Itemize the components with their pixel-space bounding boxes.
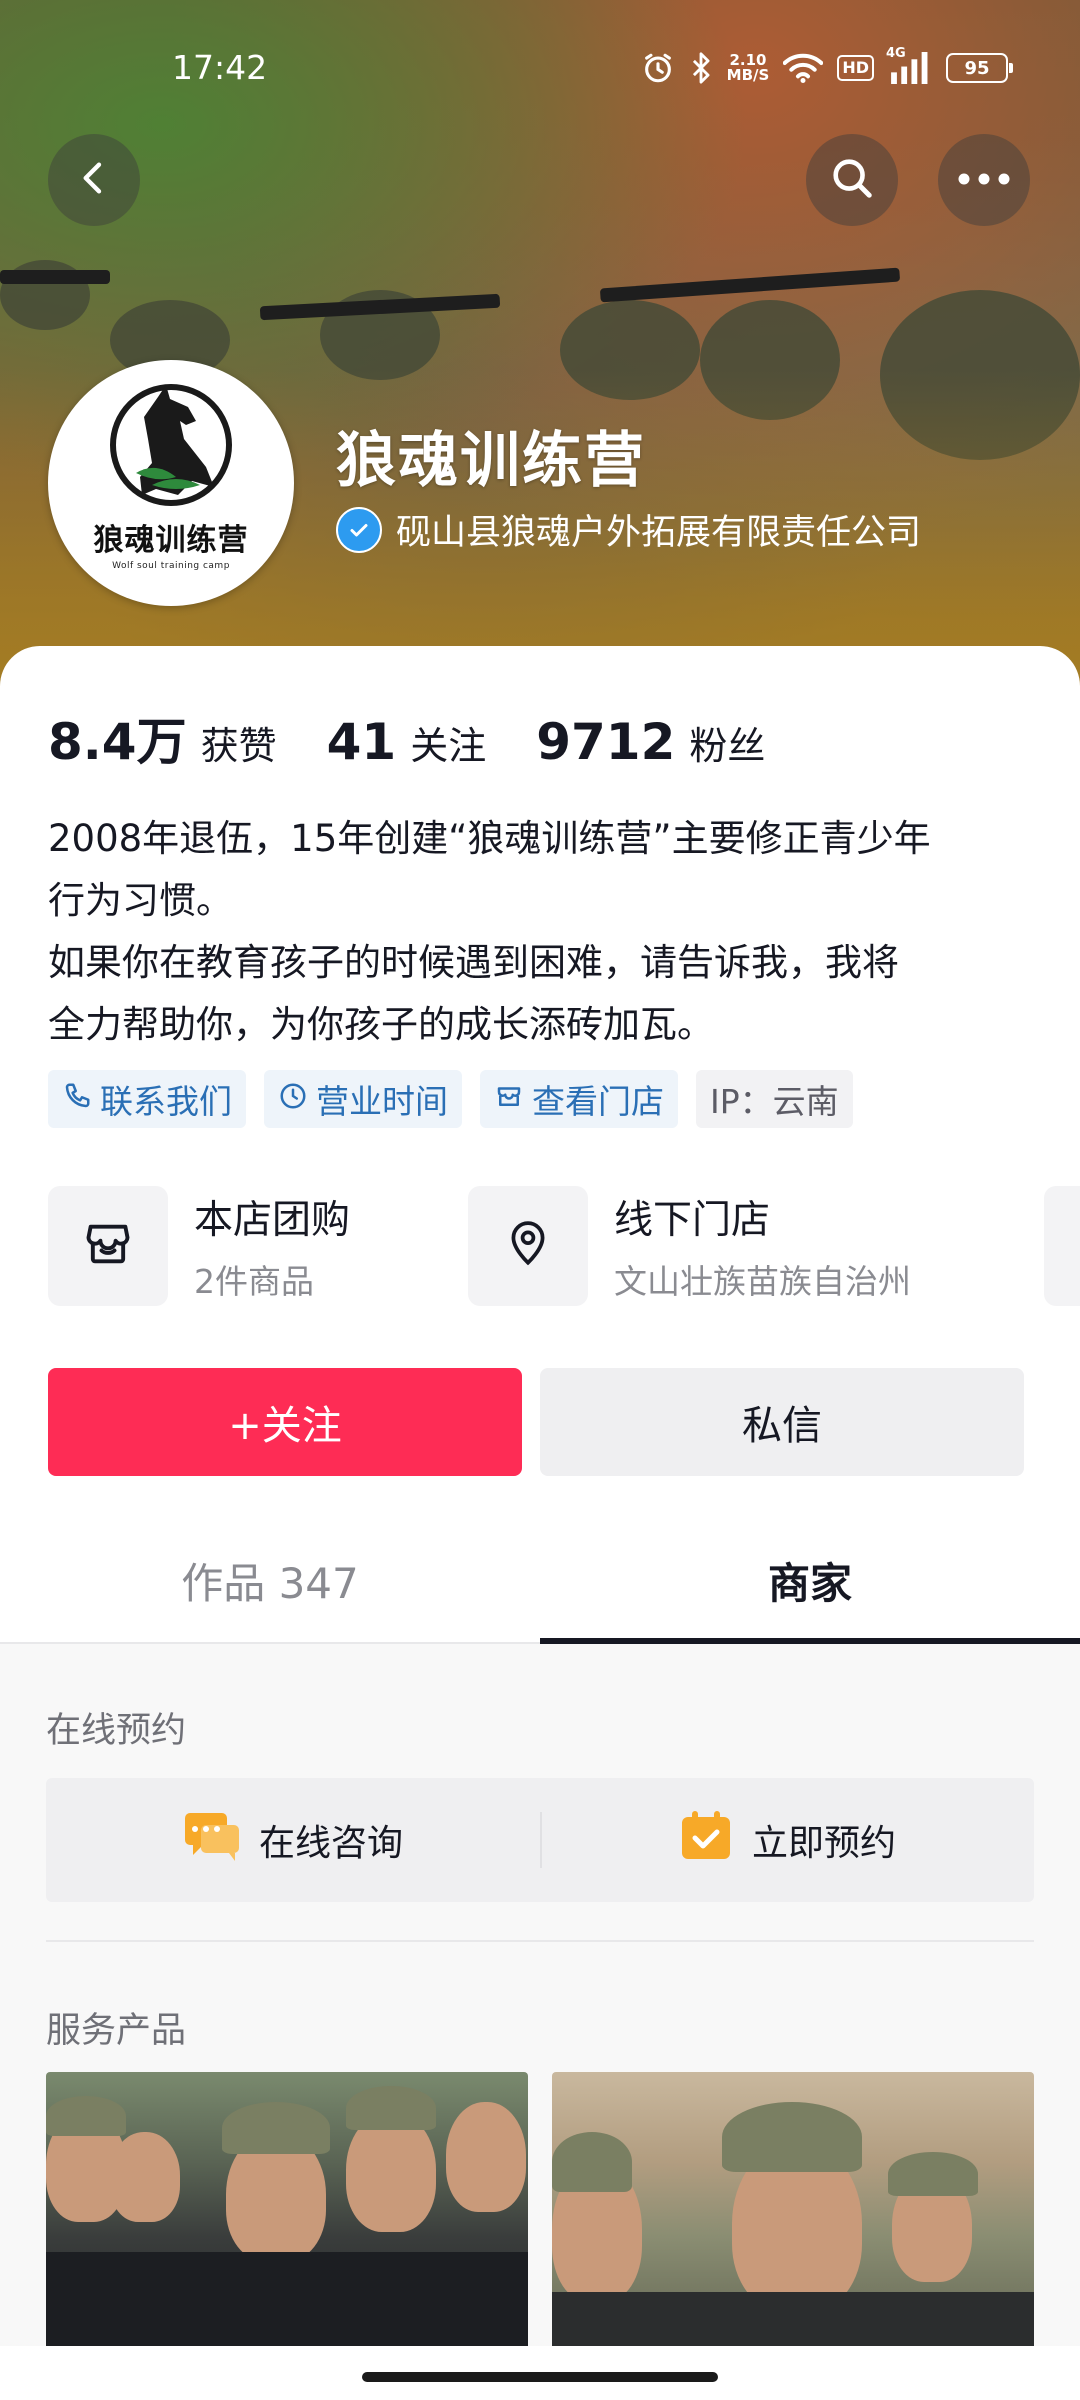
store-icon-box — [468, 1186, 588, 1306]
section-divider — [46, 1940, 1034, 1942]
verified-check-icon — [336, 506, 382, 553]
tab-merchant[interactable]: 商家 — [540, 1518, 1080, 1642]
chip-business-hours[interactable]: 营业时间 — [264, 1070, 462, 1128]
chip-label: 联系我们 — [100, 1082, 232, 1121]
chevron-left-icon — [74, 158, 114, 202]
location-pin-icon — [503, 1219, 553, 1273]
store-title: 线下门店 — [614, 1198, 771, 1243]
next-entry-peek[interactable] — [1044, 1186, 1080, 1306]
service-product-card[interactable] — [552, 2072, 1034, 2372]
net-speed: 2.10 MB/S — [727, 53, 770, 83]
follow-button[interactable]: +关注 — [48, 1368, 522, 1476]
banner-rifle — [599, 267, 901, 303]
stat-value: 8.4万 — [48, 713, 187, 771]
stat-label: 关注 — [410, 724, 487, 768]
status-time: 17:42 — [172, 48, 268, 87]
store-subtitle: 文山壮族苗族自治州 — [614, 1262, 911, 1301]
home-indicator[interactable] — [362, 2372, 718, 2382]
shop-bag-icon — [82, 1218, 134, 1274]
avatar-brand-subtext: Wolf soul training camp — [112, 561, 230, 571]
service-product-card[interactable] — [46, 2072, 528, 2372]
booking-card: 在线咨询 立即预约 — [46, 1778, 1034, 1902]
stat-likes[interactable]: 8.4万 获赞 — [48, 702, 277, 774]
avatar[interactable]: 狼魂训练营 Wolf soul training camp — [48, 360, 294, 606]
profile-bio: 2008年退伍，15年创建“狼魂训练营”主要修正青少年 行为习惯。 如果你在教育… — [48, 808, 1038, 1056]
product-image — [552, 2072, 1034, 2372]
offline-store-entry[interactable]: 线下门店 文山壮族苗族自治州 — [468, 1186, 911, 1306]
profile-stats: 8.4万 获赞 41 关注 9712 粉丝 — [48, 702, 815, 774]
calendar-check-icon — [678, 1808, 734, 1873]
booking-section-title: 在线预约 — [46, 1711, 187, 1751]
online-consult-button[interactable]: 在线咨询 — [46, 1778, 540, 1902]
bio-line: 如果你在教育孩子的时候遇到困难，请告诉我，我将 — [48, 941, 899, 984]
status-icons: 2.10 MB/S HD 4G 95 — [641, 46, 1013, 88]
services-section-title: 服务产品 — [46, 2011, 187, 2051]
store-entries: 本店团购 2件商品 线下门店 文山壮族苗族自治州 — [48, 1186, 1080, 1310]
search-icon — [829, 155, 875, 205]
net-speed-unit: MB/S — [726, 66, 770, 84]
battery-indicator: 95 — [946, 53, 1013, 83]
group-buy-entry[interactable]: 本店团购 2件商品 — [48, 1186, 350, 1306]
bio-line: 行为习惯。 — [48, 879, 233, 922]
stat-following[interactable]: 41 关注 — [327, 713, 487, 771]
chip-view-store[interactable]: 查看门店 — [480, 1070, 678, 1128]
more-horizontal-icon — [957, 171, 1011, 190]
profile-chips: 联系我们 营业时间 查看门店 IP：云南 — [48, 1070, 853, 1128]
store-icon-box — [48, 1186, 168, 1306]
booking-label: 立即预约 — [751, 1823, 896, 1864]
wolf-logo-icon — [96, 377, 246, 521]
store-title: 本店团购 — [194, 1198, 351, 1243]
stat-value: 9712 — [536, 713, 676, 771]
more-button[interactable] — [938, 134, 1030, 226]
store-subtitle: 2件商品 — [194, 1262, 314, 1301]
avatar-brand-text: 狼魂训练营 — [93, 523, 249, 558]
signal-icon: 4G — [886, 46, 932, 84]
verified-company[interactable]: 砚山县狼魂户外拓展有限责任公司 — [336, 504, 921, 555]
chip-label: IP：云南 — [710, 1082, 839, 1121]
network-type: 4G — [886, 46, 906, 61]
status-bar: 17:42 2.10 MB/S HD 4G 95 — [0, 0, 1080, 140]
tab-works[interactable]: 作品 347 — [0, 1518, 540, 1642]
stat-label: 获赞 — [200, 724, 277, 768]
stat-label: 粉丝 — [689, 724, 766, 768]
back-button[interactable] — [48, 134, 140, 226]
banner-rifle — [0, 270, 110, 284]
chip-contact-us[interactable]: 联系我们 — [48, 1070, 246, 1128]
verified-company-name: 砚山县狼魂户外拓展有限责任公司 — [396, 513, 922, 553]
hd-badge: HD — [837, 55, 874, 81]
bio-line: 全力帮助你，为你孩子的成长添砖加瓦。 — [48, 1003, 714, 1046]
profile-tabs: 作品 347 商家 — [0, 1518, 1080, 1644]
stat-value: 41 — [326, 713, 397, 771]
stat-followers[interactable]: 9712 粉丝 — [536, 713, 765, 771]
chip-label: 营业时间 — [316, 1082, 448, 1121]
clock-icon — [278, 1080, 308, 1119]
booking-label: 在线咨询 — [258, 1823, 403, 1864]
book-now-button[interactable]: 立即预约 — [540, 1778, 1034, 1902]
chip-ip-location: IP：云南 — [696, 1070, 853, 1128]
search-button[interactable] — [806, 134, 898, 226]
wifi-icon — [783, 52, 824, 84]
message-button[interactable]: 私信 — [540, 1368, 1024, 1476]
product-image — [46, 2072, 528, 2372]
chat-bubble-icon — [183, 1809, 241, 1872]
store-icon — [494, 1080, 524, 1119]
profile-name: 狼魂训练营 — [336, 426, 646, 496]
chip-label: 查看门店 — [532, 1082, 664, 1121]
bio-line: 2008年退伍，15年创建“狼魂训练营”主要修正青少年 — [48, 817, 931, 860]
merchant-panel: 在线预约 在线咨询 立即预约 服务产品 — [0, 1644, 1080, 2400]
profile-sheet: 8.4万 获赞 41 关注 9712 粉丝 2008年退伍，15年创建“狼魂训练… — [0, 646, 1080, 2400]
alarm-icon — [641, 51, 675, 85]
phone-icon — [62, 1080, 92, 1119]
bluetooth-icon — [689, 51, 713, 85]
